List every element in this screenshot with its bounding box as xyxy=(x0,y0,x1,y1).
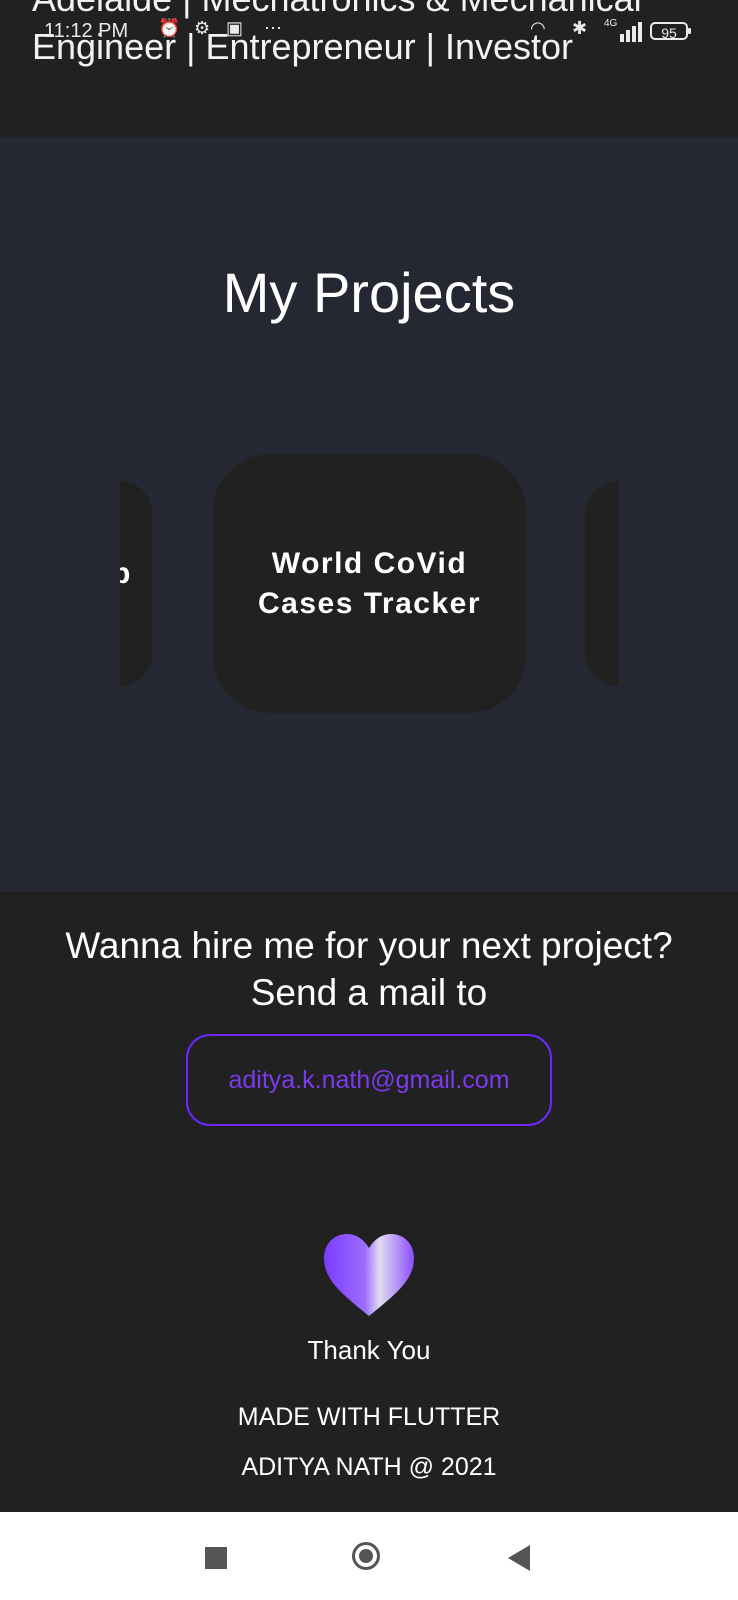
project-card-current[interactable]: World CoVid Cases Tracker xyxy=(213,454,526,713)
back-icon[interactable] xyxy=(508,1545,530,1571)
signal-icon xyxy=(608,20,644,42)
wifi-icon: ◠ xyxy=(530,18,546,38)
projects-section: My Projects p World CoVid Cases Tracker xyxy=(0,137,738,892)
bluetooth-icon: ✱ xyxy=(572,18,588,38)
more-icon: ⋯ xyxy=(264,18,282,38)
home-icon[interactable] xyxy=(352,1542,380,1570)
section-title: My Projects xyxy=(222,261,516,324)
thank-you-text: Thank You xyxy=(307,1335,431,1365)
project-card-next[interactable] xyxy=(585,481,619,686)
made-with-text: MADE WITH FLUTTER xyxy=(237,1403,501,1431)
hire-text: Wanna hire me for your next project? Sen… xyxy=(0,922,738,1016)
email-label: aditya.k.nath@gmail.com xyxy=(228,1065,510,1094)
copyright-text: ADITYA NATH @ 2021 xyxy=(241,1453,497,1481)
heart-icon xyxy=(324,1234,414,1316)
system-nav-bar xyxy=(0,1512,738,1600)
alarm-icon: ⏰ xyxy=(158,18,181,38)
project-card-label: p xyxy=(120,557,131,590)
project-card-previous[interactable]: p xyxy=(120,481,152,686)
status-bar: 11:12 PM ⏰ ⚙ ▣ ⋯ ◠ ✱ 4G 95 xyxy=(0,0,738,50)
settings-icon: ⚙ xyxy=(194,18,211,38)
cast-icon: ▣ xyxy=(226,18,244,38)
status-time: 11:12 PM xyxy=(44,20,129,42)
email-button[interactable]: aditya.k.nath@gmail.com xyxy=(186,1034,552,1126)
hire-line-2: Send a mail to xyxy=(250,972,488,1013)
project-card-label: World CoVid Cases Tracker xyxy=(258,546,481,620)
hire-line-1: Wanna hire me for your next project? xyxy=(65,925,673,966)
battery-icon: 95 xyxy=(650,22,691,41)
recents-icon[interactable] xyxy=(205,1547,227,1569)
